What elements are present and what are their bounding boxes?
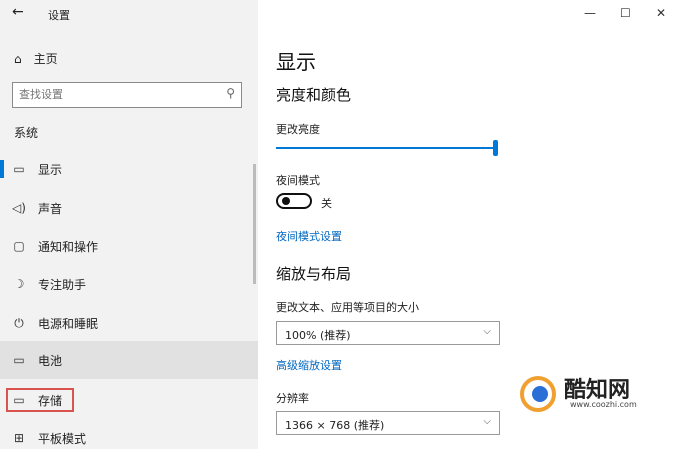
sidebar-item-label: 专注助手 — [38, 277, 87, 292]
section-heading-scale: 缩放与布局 — [276, 265, 352, 283]
sidebar-item-tablet-mode[interactable]: ⊞ 平板模式 — [0, 419, 258, 457]
slider-track — [276, 147, 498, 149]
brightness-slider[interactable] — [276, 140, 498, 156]
search-box[interactable]: ⚲ — [12, 82, 242, 108]
back-arrow-icon[interactable]: ← — [12, 4, 24, 20]
scale-dropdown[interactable]: 100% (推荐) ⌵ — [276, 321, 500, 345]
sidebar-item-sound[interactable]: ◁) 声音 — [0, 189, 258, 227]
resolution-value: 1366 × 768 (推荐) — [285, 419, 385, 432]
search-input[interactable] — [17, 87, 221, 102]
home-label: 主页 — [33, 52, 58, 66]
maximize-button[interactable]: ☐ — [620, 6, 631, 20]
night-mode-toggle[interactable] — [276, 193, 312, 209]
storage-highlight-box — [6, 388, 74, 412]
sidebar: ← 设置 ⌂ 主页 ⚲ 系统 ▭ 显示 ◁) 声音 ▢ 通知和操作 ☽ 专注助手… — [0, 0, 258, 449]
scale-label: 更改文本、应用等项目的大小 — [276, 301, 419, 314]
home-icon: ⌂ — [14, 51, 22, 66]
section-title: 系统 — [14, 126, 39, 140]
night-mode-state: 关 — [321, 197, 332, 210]
sidebar-item-display[interactable]: ▭ 显示 — [0, 150, 258, 188]
sidebar-item-label: 显示 — [38, 162, 63, 177]
moon-icon: ☽ — [13, 277, 25, 291]
sidebar-item-label: 声音 — [38, 201, 63, 216]
brightness-label: 更改亮度 — [276, 123, 320, 136]
night-mode-settings-link[interactable]: 夜间模式设置 — [276, 228, 342, 244]
battery-icon: ▭ — [13, 353, 25, 367]
sidebar-item-label: 电池 — [38, 353, 63, 368]
chevron-down-icon: ⌵ — [483, 416, 491, 427]
sidebar-item-label: 电源和睡眠 — [38, 316, 99, 331]
resolution-label: 分辨率 — [276, 392, 309, 405]
night-mode-label: 夜间模式 — [276, 174, 320, 187]
window-title: 设置 — [48, 9, 70, 22]
tablet-icon: ⊞ — [13, 431, 25, 445]
page-title: 显示 — [276, 50, 316, 74]
sidebar-item-power-sleep[interactable]: ⏻ 电源和睡眠 — [0, 304, 258, 342]
watermark: 酷知网 www.coozhi.com — [520, 370, 670, 418]
home-nav-item[interactable]: ⌂ 主页 — [14, 50, 58, 67]
sidebar-scrollbar[interactable] — [253, 164, 256, 284]
scale-value: 100% (推荐) — [285, 329, 351, 342]
chevron-down-icon: ⌵ — [483, 326, 491, 337]
resolution-dropdown[interactable]: 1366 × 768 (推荐) ⌵ — [276, 411, 500, 435]
speaker-icon: ◁) — [12, 201, 26, 215]
watermark-logo-icon — [520, 376, 556, 412]
slider-thumb[interactable] — [493, 140, 498, 156]
minimize-button[interactable]: — — [584, 6, 596, 20]
sidebar-item-notifications[interactable]: ▢ 通知和操作 — [0, 227, 258, 265]
toggle-knob — [282, 197, 290, 205]
monitor-icon: ▭ — [13, 162, 25, 176]
power-icon: ⏻ — [14, 315, 24, 330]
watermark-url: www.coozhi.com — [570, 400, 637, 409]
close-button[interactable]: ✕ — [656, 6, 666, 20]
sidebar-item-focus-assist[interactable]: ☽ 专注助手 — [0, 265, 258, 303]
sidebar-item-label: 平板模式 — [38, 431, 87, 446]
sidebar-item-label: 通知和操作 — [38, 239, 99, 254]
sidebar-item-battery[interactable]: ▭ 电池 — [0, 341, 258, 379]
search-icon[interactable]: ⚲ — [226, 86, 235, 100]
notification-icon: ▢ — [13, 239, 25, 253]
section-heading-brightness: 亮度和颜色 — [276, 86, 352, 104]
main-content: — ☐ ✕ 显示 亮度和颜色 更改亮度 夜间模式 关 夜间模式设置 缩放与布局 … — [258, 0, 682, 449]
advanced-scale-link[interactable]: 高级缩放设置 — [276, 357, 342, 373]
